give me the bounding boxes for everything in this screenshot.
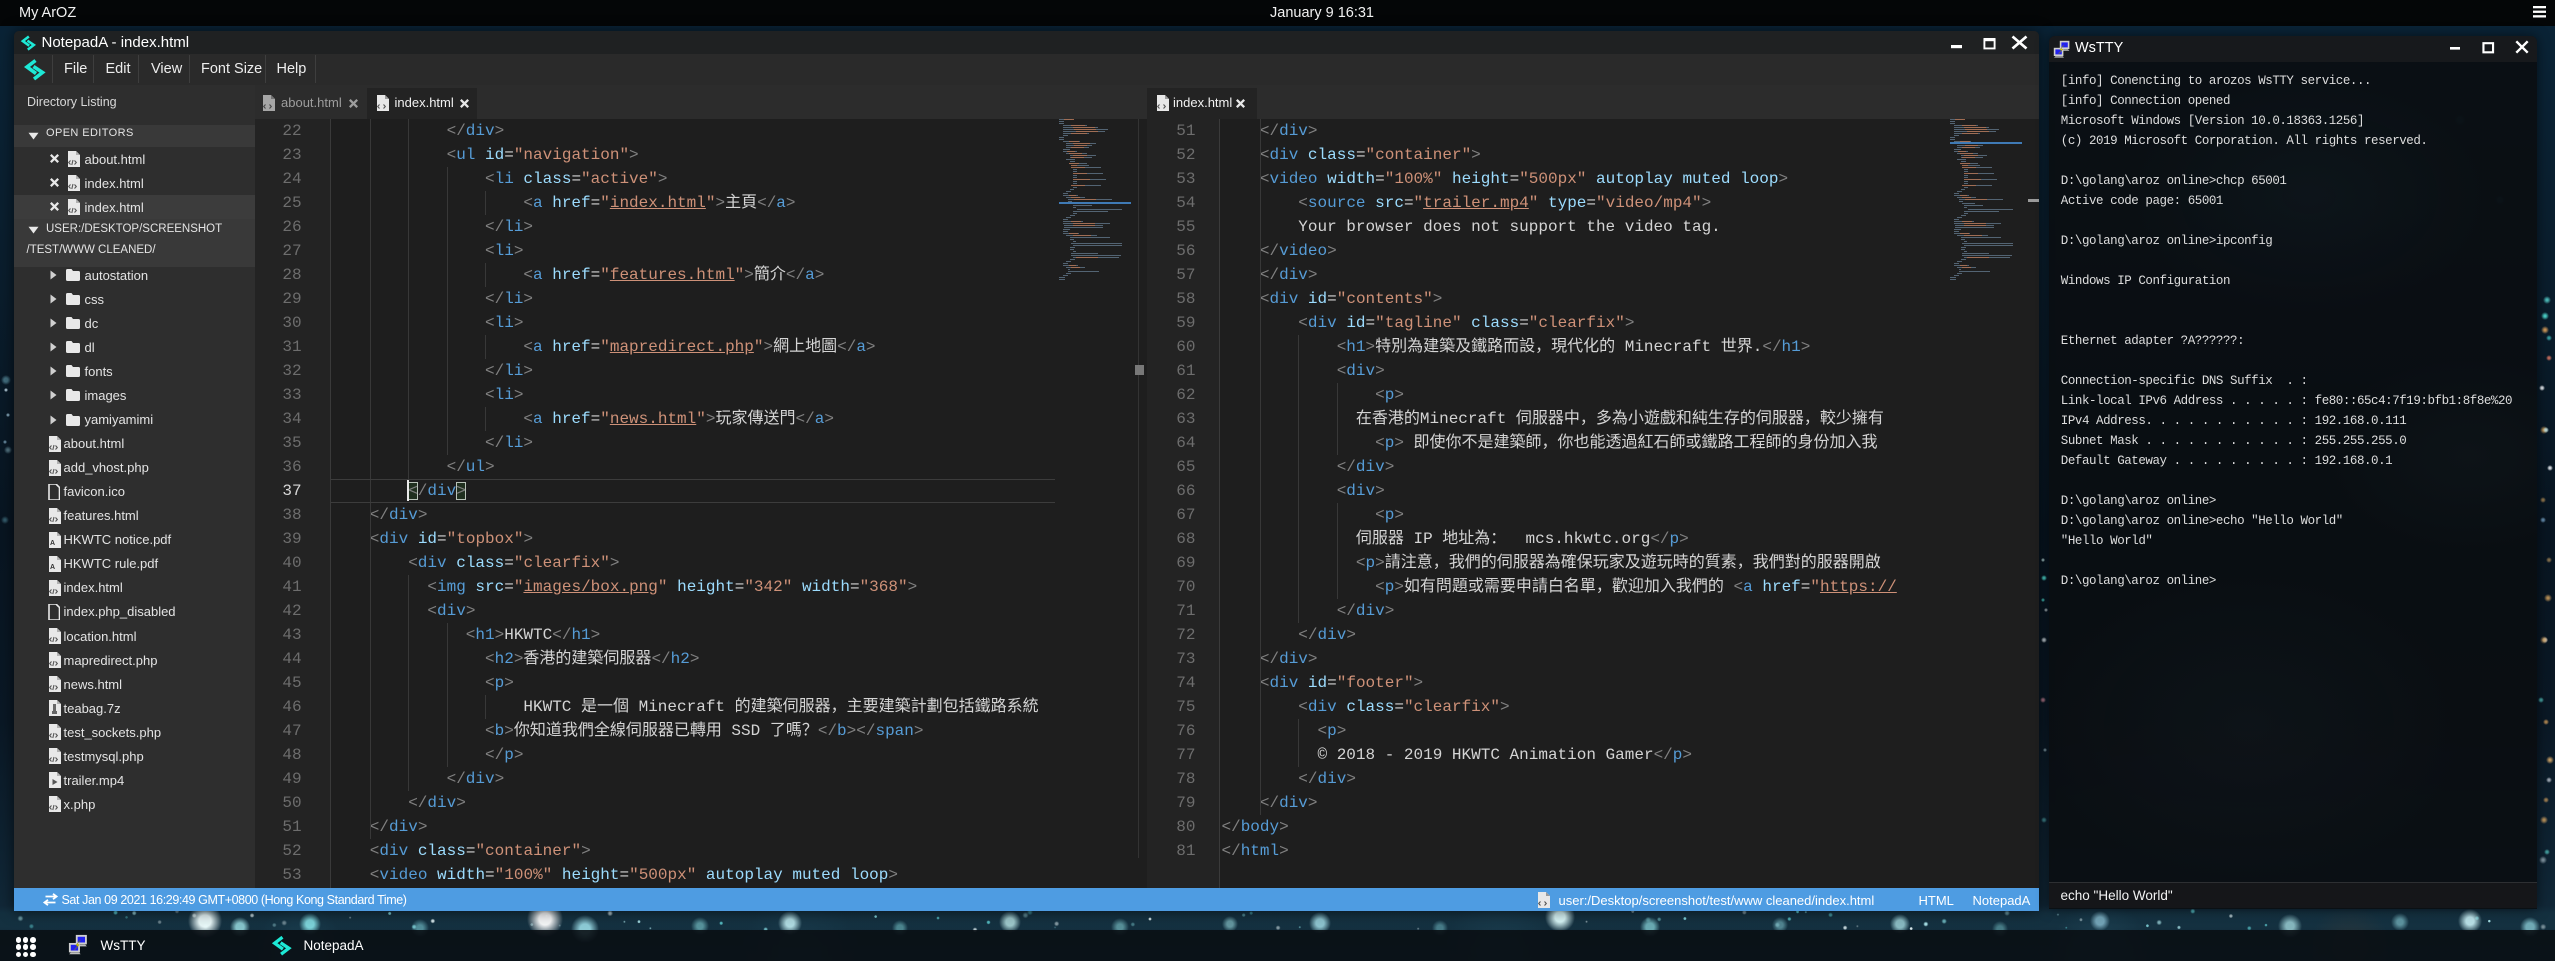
svg-text:A: A bbox=[50, 540, 55, 547]
svg-text:A: A bbox=[50, 564, 55, 571]
